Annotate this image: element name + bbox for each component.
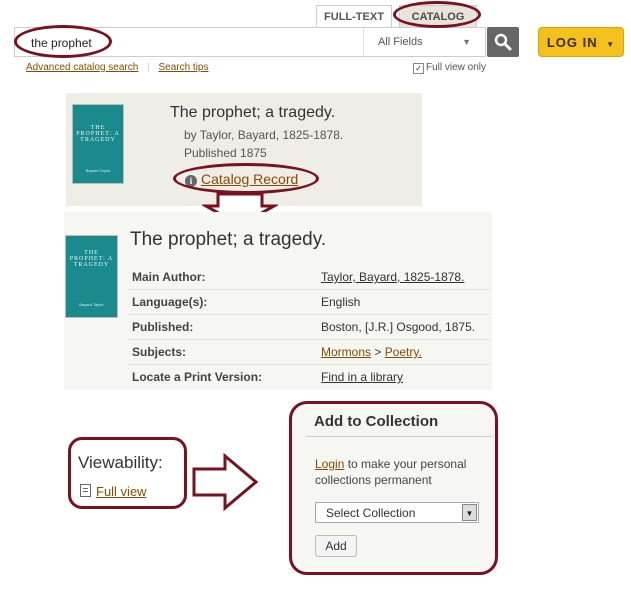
row-label: Language(s): (132, 295, 208, 309)
search-field-label: All Fields (378, 36, 423, 48)
result-title[interactable]: The prophet; a tragedy. (170, 104, 335, 122)
row-value: Boston, [J.R.] Osgood, 1875. (321, 320, 476, 334)
search-icon (494, 33, 512, 51)
subject-link-mormons[interactable]: Mormons (321, 345, 371, 359)
login-button-label: LOG IN (546, 35, 598, 50)
divider: | (147, 62, 150, 73)
search-sublinks: Advanced catalog search | Search tips (26, 62, 209, 73)
annotation-oval-search (14, 25, 112, 58)
viewability-label: Viewability: (78, 453, 163, 472)
row-value: Mormons > Poetry. (321, 345, 422, 359)
full-view-item: Full view (80, 484, 147, 499)
chevron-down-icon: ▼ (606, 40, 616, 49)
full-view-checkbox[interactable]: ✓ (413, 63, 424, 74)
annotation-oval-catalog-record (173, 163, 319, 194)
subject-separator: > (371, 345, 385, 359)
cover-title: THE PROPHET: A TRAGEDY (69, 250, 114, 268)
record-title: The prophet; a tragedy. (130, 229, 327, 250)
full-view-label: Full view only (426, 62, 487, 73)
book-cover-image: THE PROPHET: A TRAGEDY Bayard Taylor (65, 235, 118, 318)
row-label: Subjects: (132, 345, 187, 359)
record-row-author: Main Author: Taylor, Bayard, 1825-1878. (128, 264, 490, 290)
row-label: Locate a Print Version: (132, 370, 263, 384)
advanced-search-link[interactable]: Advanced catalog search (26, 62, 138, 73)
book-cover-thumbnail[interactable]: THE PROPHET: A TRAGEDY Bayard Taylor (72, 104, 124, 184)
full-view-filter[interactable]: ✓ Full view only (413, 62, 486, 74)
tab-full-text[interactable]: FULL-TEXT (316, 5, 392, 28)
full-view-link[interactable]: Full view (96, 484, 147, 499)
record-row-print-version: Locate a Print Version: Find in a librar… (128, 364, 490, 389)
author-link[interactable]: Taylor, Bayard, 1825-1878. (321, 270, 464, 284)
record-row-subjects: Subjects: Mormons > Poetry. (128, 339, 490, 365)
subject-link-poetry[interactable]: Poetry. (385, 345, 422, 359)
arrow-right-icon (192, 452, 259, 512)
result-published: Published 1875 (184, 146, 267, 160)
cover-author: Bayard Taylor (79, 302, 104, 307)
cover-author: Bayard Taylor (85, 168, 111, 173)
annotation-oval-catalog (393, 1, 481, 28)
login-button[interactable]: LOG IN ▼ (538, 27, 624, 57)
result-author: by Taylor, Bayard, 1825-1878. (184, 128, 344, 142)
row-value: English (321, 295, 361, 309)
row-label: Published: (132, 320, 194, 334)
search-field-select[interactable]: All Fields ▼ (363, 28, 483, 56)
cover-title: THE PROPHET: A TRAGEDY (76, 125, 120, 143)
chevron-down-icon: ▼ (462, 37, 471, 47)
find-in-library-link[interactable]: Find in a library (321, 370, 403, 384)
row-label: Main Author: (132, 270, 206, 284)
annotation-box-collection (289, 401, 498, 575)
document-icon (80, 484, 91, 497)
search-tips-link[interactable]: Search tips (158, 62, 208, 73)
record-row-language: Language(s): English (128, 289, 490, 315)
record-row-published: Published: Boston, [J.R.] Osgood, 1875. (128, 314, 490, 340)
search-button[interactable] (487, 27, 519, 57)
